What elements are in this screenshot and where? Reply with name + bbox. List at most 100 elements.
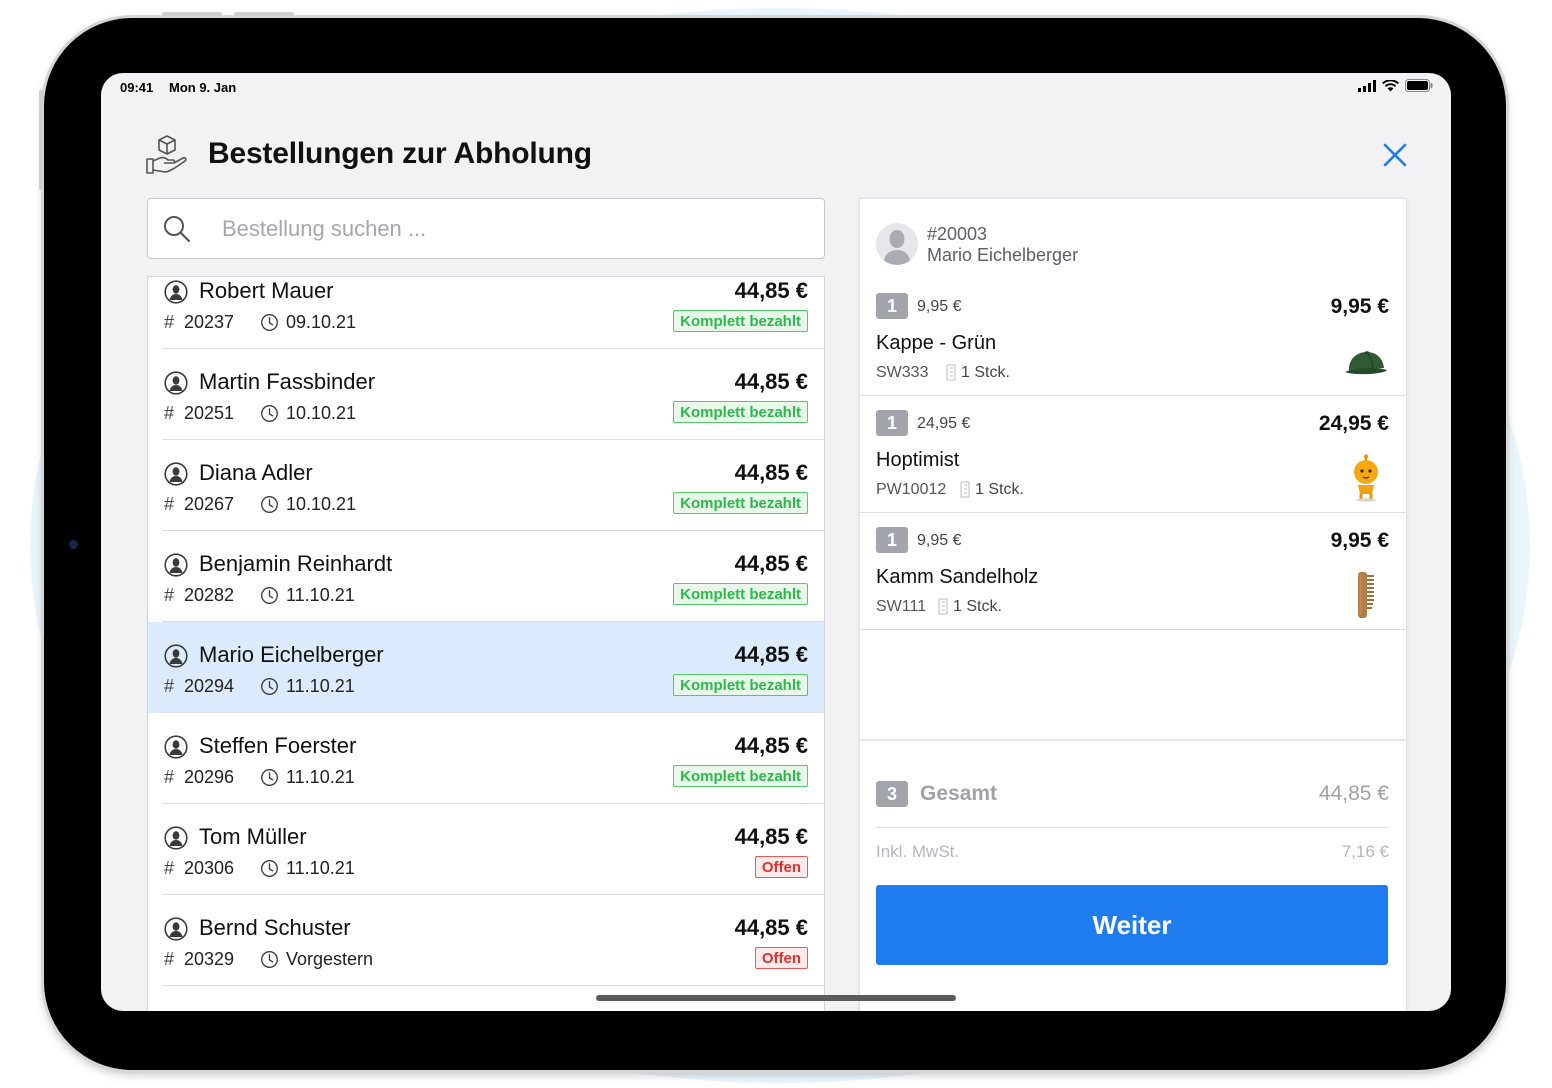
customer-name: Robert Mauer bbox=[199, 278, 334, 303]
product-sku: SW333 bbox=[876, 364, 929, 381]
order-row[interactable]: Bernd Schuster #20329 Vorgestern 44,85 € Off… bbox=[148, 895, 824, 986]
order-number: 20251 bbox=[184, 403, 235, 423]
stock-quantity: 1 Stck. bbox=[975, 481, 1024, 498]
status-badge: Offen bbox=[754, 856, 808, 878]
customer-name: Mario Eichelberger bbox=[199, 642, 384, 667]
volume-button bbox=[234, 12, 294, 16]
product-name: Kamm Sandelholz bbox=[876, 566, 1039, 588]
unit-price: 24,95 € bbox=[917, 415, 971, 432]
person-icon bbox=[164, 280, 188, 304]
order-row[interactable]: Tom Müller #20306 11.10.21 44,85 € Offen bbox=[148, 804, 824, 895]
tax-label: Inkl. MwSt. bbox=[876, 842, 960, 861]
stock-bar-icon bbox=[960, 481, 970, 498]
product-sku: PW10012 bbox=[876, 481, 947, 498]
order-date: 11.10.21 bbox=[286, 858, 355, 878]
hash-symbol: # bbox=[164, 403, 175, 423]
hand-package-icon bbox=[146, 135, 187, 174]
close-icon[interactable] bbox=[1379, 139, 1411, 171]
hash-symbol: # bbox=[164, 494, 175, 514]
line-total: 9,95 € bbox=[1330, 529, 1389, 552]
stock-quantity: 1 Stck. bbox=[961, 364, 1010, 381]
green-cap-image bbox=[1345, 351, 1387, 375]
clock-icon bbox=[261, 860, 278, 877]
order-amount: 44,85 € bbox=[734, 460, 808, 485]
status-badge: Komplett bezahlt bbox=[673, 401, 808, 423]
hash-symbol: # bbox=[164, 585, 175, 605]
status-time: 09:41 bbox=[120, 80, 154, 95]
stock-quantity: 1 Stck. bbox=[953, 598, 1002, 615]
line-total: 9,95 € bbox=[1330, 295, 1389, 318]
search-icon bbox=[164, 216, 191, 243]
avatar bbox=[876, 223, 918, 265]
front-camera bbox=[69, 540, 78, 549]
order-amount: 44,85 € bbox=[734, 824, 808, 849]
total-quantity-badge: 3 bbox=[876, 781, 908, 807]
order-row[interactable]: Diana Adler #20267 10.10.21 44,85 € Komplett… bbox=[148, 440, 824, 531]
order-number: 20282 bbox=[184, 585, 235, 605]
status-date: Mon 9. Jan bbox=[169, 80, 237, 95]
order-amount: 44,85 € bbox=[734, 369, 808, 394]
order-number: 20267 bbox=[184, 494, 235, 514]
person-icon bbox=[164, 826, 188, 850]
total-amount: 44,85 € bbox=[1318, 782, 1389, 805]
customer-name: Steffen Foerster bbox=[199, 733, 357, 758]
order-row[interactable]: Robert Mauer #20237 09.10.21 44,85 € Komplet… bbox=[148, 277, 824, 349]
hash-symbol: # bbox=[164, 676, 175, 696]
wooden-comb-image bbox=[1358, 572, 1374, 618]
status-badge: Offen bbox=[754, 947, 808, 969]
continue-button[interactable]: Weiter bbox=[876, 885, 1388, 965]
order-row[interactable]: Mario Eichelberger #20294 11.10.21 44,85 € K… bbox=[148, 622, 824, 713]
search-box[interactable] bbox=[147, 198, 825, 259]
wifi-icon bbox=[1382, 79, 1399, 91]
signal-icon bbox=[1358, 79, 1376, 92]
power-button bbox=[39, 90, 43, 190]
clock-icon bbox=[261, 951, 278, 968]
app-screen: 09:41 Mon 9. Jan Bestellungen zur Abholu… bbox=[101, 73, 1451, 1011]
order-amount: 44,85 € bbox=[734, 278, 808, 303]
detail-customer-name: Mario Eichelberger bbox=[927, 245, 1079, 265]
person-icon bbox=[164, 371, 188, 395]
detail-order-number: #20003 bbox=[927, 224, 988, 244]
status-badge: Komplett bezahlt bbox=[673, 583, 808, 605]
hoptimist-figure-image bbox=[1354, 454, 1378, 502]
customer-name: Bernd Schuster bbox=[199, 915, 351, 940]
order-date: Vorgestern bbox=[286, 949, 374, 969]
clock-icon bbox=[261, 769, 278, 786]
row-divider bbox=[162, 985, 824, 986]
product-sku: SW111 bbox=[876, 598, 927, 615]
hash-symbol: # bbox=[164, 312, 175, 332]
volume-button bbox=[162, 12, 222, 16]
home-indicator[interactable] bbox=[596, 995, 956, 1001]
order-amount: 44,85 € bbox=[734, 733, 808, 758]
customer-name: Martin Fassbinder bbox=[199, 369, 376, 394]
tax-value: 7,16 € bbox=[1341, 842, 1389, 861]
order-detail-panel: #20003 Mario Eichelberger 1 9,95 € 9,95 € K… bbox=[859, 198, 1407, 1011]
order-row[interactable]: Steffen Foerster #20296 11.10.21 44,85 € Kom… bbox=[148, 713, 824, 804]
hash-symbol: # bbox=[164, 858, 175, 878]
person-icon bbox=[164, 644, 188, 668]
order-amount: 44,85 € bbox=[734, 551, 808, 576]
stock-bar-icon bbox=[946, 364, 956, 381]
order-date: 11.10.21 bbox=[286, 767, 355, 787]
order-row[interactable]: Martin Fassbinder #20251 10.10.21 44,85 € Ko… bbox=[148, 349, 824, 440]
search-input[interactable] bbox=[220, 211, 804, 247]
quantity-badge: 1 bbox=[876, 293, 908, 319]
order-number: 20329 bbox=[184, 949, 235, 969]
order-date: 09.10.21 bbox=[286, 312, 357, 332]
unit-price: 9,95 € bbox=[917, 532, 962, 549]
quantity-badge: 1 bbox=[876, 410, 908, 436]
order-date: 11.10.21 bbox=[286, 585, 355, 605]
status-badge: Komplett bezahlt bbox=[673, 765, 808, 787]
status-badge: Komplett bezahlt bbox=[673, 674, 808, 696]
total-label: Gesamt bbox=[920, 782, 998, 805]
product-name: Hoptimist bbox=[876, 449, 960, 471]
battery-icon bbox=[1405, 79, 1433, 92]
order-list[interactable]: Robert Mauer #20237 09.10.21 44,85 € Komplet… bbox=[147, 276, 825, 1011]
order-number: 20294 bbox=[184, 676, 235, 696]
stock-bar-icon bbox=[938, 598, 948, 615]
line-item: 1 9,95 € 9,95 € Kappe - Grün SW333 1 Stck. bbox=[860, 279, 1406, 396]
hash-symbol: # bbox=[164, 767, 175, 787]
line-item: 1 24,95 € 24,95 € Hoptimist PW10012 1 Stck. bbox=[860, 396, 1406, 513]
order-row[interactable]: Benjamin Reinhardt #20282 11.10.21 44,85 € K… bbox=[148, 531, 824, 622]
clock-icon bbox=[261, 587, 278, 604]
